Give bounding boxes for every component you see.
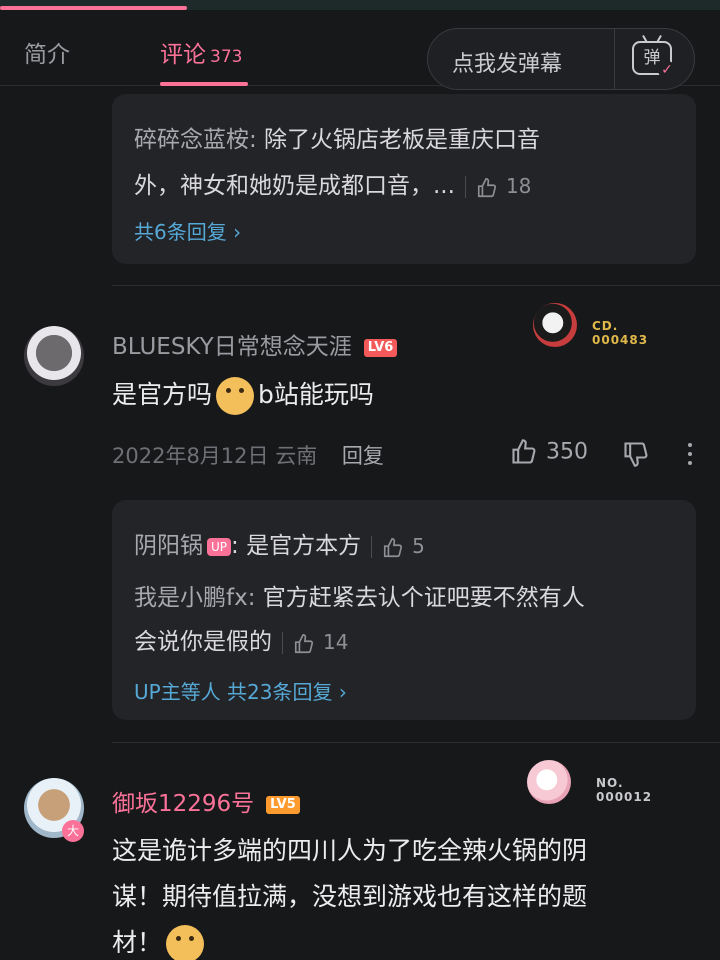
comment-divider xyxy=(112,285,720,286)
comment-meta: 2022年8月12日 云南 回复 xyxy=(112,440,384,470)
danmaku-input-pill[interactable]: 点我发弹幕 弹 ✓ xyxy=(427,28,695,90)
avatar-badge: 大 xyxy=(62,820,84,842)
thumbs-up-icon xyxy=(512,439,536,464)
view-more-replies-link[interactable]: UP主等人 共23条回复 › xyxy=(134,676,347,705)
reply-preview-box[interactable]: 碎碎念蓝桉: 除了火锅店老板是重庆口音 外，神女和她奶是成都口音，... 18 共… xyxy=(112,94,696,264)
danmaku-divider xyxy=(614,29,615,89)
reply-like[interactable]: 18 xyxy=(476,174,531,198)
danmaku-toggle-icon[interactable]: 弹 ✓ xyxy=(632,41,676,79)
reply-item-continued: 会说你是假的 14 xyxy=(134,620,348,664)
comment-text: 材！ xyxy=(112,928,163,957)
tab-bar: 简介 评论 373 点我发弹幕 弹 ✓ xyxy=(0,10,720,90)
reply-text: 会说你是假的 xyxy=(134,629,272,655)
check-icon: ✓ xyxy=(658,61,676,79)
comment-date: 2022年8月12日 xyxy=(112,444,269,468)
doge-emoji-icon xyxy=(216,377,255,415)
fan-badge-avatar[interactable] xyxy=(533,303,577,347)
reply-text: 除了火锅店老板是重庆口音 xyxy=(256,127,541,153)
comment-username[interactable]: 御坂12296号 LV5 xyxy=(112,784,300,818)
reply-like-count: 5 xyxy=(412,534,425,558)
reply-item-continued: 外，神女和她奶是成都口音，... 18 xyxy=(134,164,531,208)
username-text[interactable]: BLUESKY日常想念天涯 xyxy=(112,334,352,360)
fan-number: CD. 000483 xyxy=(592,319,649,347)
thumbs-up-icon xyxy=(477,177,496,197)
username-text[interactable]: 御坂12296号 xyxy=(112,791,254,817)
thumbs-up-icon xyxy=(384,537,403,557)
up-badge: UP xyxy=(207,537,232,556)
comment-content: 是官方吗 b站能玩吗 xyxy=(112,372,374,418)
comment-text-last-line: 材！ xyxy=(112,920,702,960)
view-more-replies-link[interactable]: 共6条回复 › xyxy=(134,216,241,245)
reply-item[interactable]: 我是小鹏fx: 官方赶紧去认个证吧要不然有人 xyxy=(134,576,585,620)
reply-item[interactable]: 阴阳锅 UP: 是官方本方 5 xyxy=(134,524,425,568)
reply-button[interactable]: 回复 xyxy=(342,444,384,468)
comment-divider xyxy=(112,742,720,743)
reply-author[interactable]: 我是小鹏fx: xyxy=(134,585,255,611)
reply-item[interactable]: 碎碎念蓝桉: 除了火锅店老板是重庆口音 xyxy=(134,118,540,162)
reply-author[interactable]: 碎碎念蓝桉: xyxy=(134,127,257,153)
divider xyxy=(282,631,283,654)
comment-location: 云南 xyxy=(275,444,318,468)
reply-like-count: 18 xyxy=(505,174,532,198)
level-badge: LV6 xyxy=(363,338,398,357)
reply-preview-box[interactable]: 阴阳锅 UP: 是官方本方 5 我是小鹏fx: 官方赶紧去认个证吧要不然有人 会说你… xyxy=(112,500,696,720)
reply-text: 外，神女和她奶是成都口音，... xyxy=(134,173,455,199)
like-count: 350 xyxy=(546,439,588,465)
reply-like-count: 14 xyxy=(323,630,349,654)
danmaku-input-placeholder[interactable]: 点我发弹幕 xyxy=(452,46,562,78)
fan-number: NO. 000012 xyxy=(596,776,653,804)
like-button[interactable]: 350 xyxy=(510,438,588,466)
divider xyxy=(371,535,373,558)
comment-text-continued: b站能玩吗 xyxy=(258,380,374,409)
reply-author[interactable]: 阴阳锅 xyxy=(134,533,203,559)
video-player-strip[interactable] xyxy=(0,0,720,10)
dislike-button[interactable] xyxy=(622,440,650,472)
tab-comments-label: 评论 xyxy=(160,42,206,68)
more-options-icon[interactable] xyxy=(678,440,702,470)
level-badge: LV5 xyxy=(266,795,300,814)
fan-badge-avatar[interactable] xyxy=(527,760,571,804)
thumbs-up-icon xyxy=(294,633,314,653)
comment-content: 这是诡计多端的四川人为了吃全辣火锅的阴 谋！期待值拉满，没想到游戏也有这样的题 … xyxy=(112,828,702,960)
comment-text: 是官方吗 xyxy=(112,380,213,409)
tab-intro[interactable]: 简介 xyxy=(24,35,70,69)
reply-text: 官方赶紧去认个证吧要不然有人 xyxy=(255,585,585,611)
comment-text: 这是诡计多端的四川人为了吃全辣火锅的阴 xyxy=(112,836,588,865)
comments-count: 373 xyxy=(210,47,243,67)
comment-text: 谋！期待值拉满，没想到游戏也有这样的题 xyxy=(112,882,588,911)
active-tab-indicator xyxy=(160,82,248,86)
comment-username[interactable]: BLUESKY日常想念天涯 LV6 xyxy=(112,327,398,361)
tab-comments[interactable]: 评论 373 xyxy=(160,35,242,69)
doge-emoji-icon xyxy=(166,925,205,960)
reply-like[interactable]: 14 xyxy=(293,630,348,654)
thumbs-down-icon xyxy=(624,442,648,467)
reply-like[interactable]: 5 xyxy=(382,534,425,558)
reply-text: : 是官方本方 xyxy=(231,533,362,559)
divider xyxy=(464,175,466,198)
danmaku-icon-text: 弹 xyxy=(643,48,661,68)
avatar[interactable] xyxy=(24,326,84,386)
